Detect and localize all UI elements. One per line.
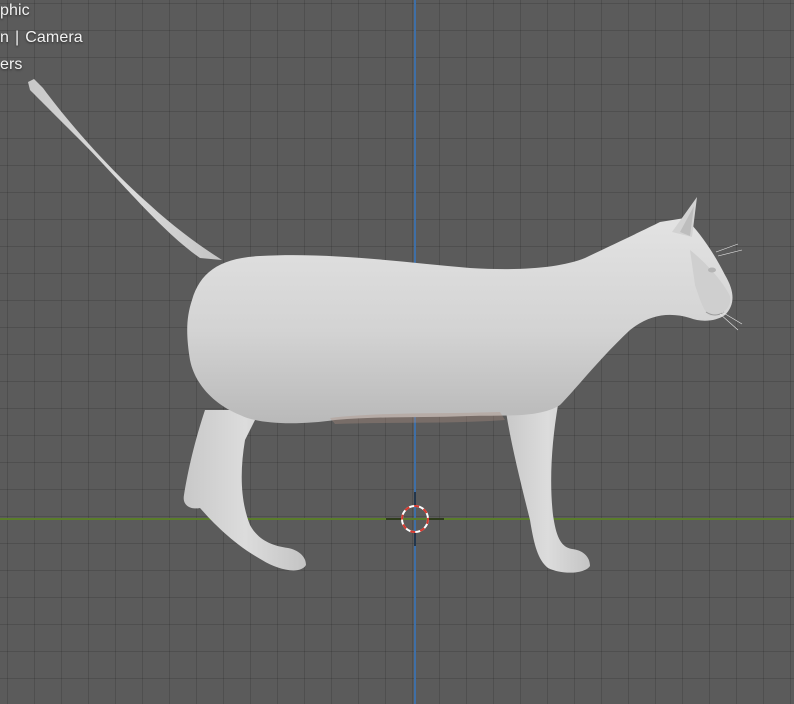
collection-name: n — [0, 29, 9, 46]
cat-front-leg[interactable] — [505, 405, 590, 573]
scene-canvas[interactable] — [0, 0, 794, 704]
collection-object-label: n | Camera — [0, 29, 83, 47]
3d-viewport[interactable]: phic n | Camera ers — [0, 0, 794, 704]
3d-cursor-icon[interactable] — [386, 492, 444, 546]
view-mode-label: phic — [0, 2, 30, 19]
cat-eye — [708, 267, 716, 273]
cat-hind-leg[interactable] — [183, 410, 306, 571]
cat-model[interactable] — [28, 79, 743, 573]
cat-body[interactable] — [187, 218, 733, 424]
active-object-name: Camera — [25, 29, 83, 46]
collection-separator: | — [15, 29, 20, 46]
overlay-extra-label: ers — [0, 56, 23, 73]
cat-tail[interactable] — [28, 79, 222, 260]
